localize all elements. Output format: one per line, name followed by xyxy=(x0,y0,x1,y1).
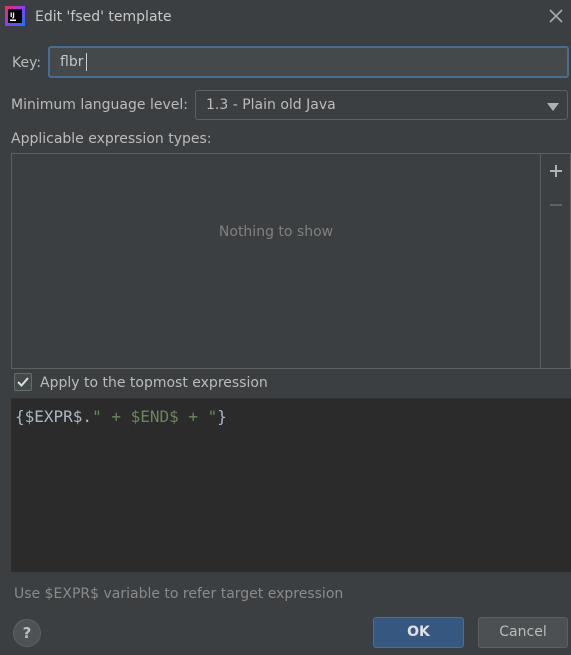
language-level-select[interactable]: 1.3 - Plain old Java xyxy=(195,90,568,120)
topmost-checkbox-label: Apply to the topmost expression xyxy=(40,375,268,391)
code-token: {$EXPR$. xyxy=(15,407,93,426)
code-token: " + $END$ + " xyxy=(92,407,218,426)
cancel-button[interactable]: Cancel xyxy=(478,617,568,648)
list-toolbar xyxy=(540,154,570,368)
code-token: } xyxy=(217,407,227,426)
expression-types-list[interactable]: Nothing to show xyxy=(11,153,571,369)
text-caret xyxy=(86,53,87,71)
key-label: Key: xyxy=(12,55,42,71)
ok-button[interactable]: OK xyxy=(373,617,464,648)
dialog-title: Edit 'fsed' template xyxy=(35,9,172,25)
topmost-checkbox[interactable] xyxy=(14,373,32,391)
intellij-idea-icon: IJ xyxy=(5,6,25,26)
chevron-down-icon xyxy=(547,100,559,111)
help-button[interactable]: ? xyxy=(13,619,41,647)
svg-text:IJ: IJ xyxy=(10,11,15,19)
key-input[interactable] xyxy=(48,46,569,78)
title-bar: IJ Edit 'fsed' template xyxy=(0,0,571,33)
language-level-value: 1.3 - Plain old Java xyxy=(206,97,336,113)
close-icon[interactable] xyxy=(545,5,567,27)
template-editor[interactable]: {$EXPR$." + $END$ + "} xyxy=(11,398,571,572)
hint-text: Use $EXPR$ variable to refer target expr… xyxy=(14,586,344,602)
minus-icon xyxy=(547,196,565,214)
empty-list-text: Nothing to show xyxy=(218,224,334,240)
language-level-label: Minimum language level: xyxy=(11,97,188,113)
expression-types-label: Applicable expression types: xyxy=(11,131,212,147)
plus-icon[interactable] xyxy=(547,162,565,180)
